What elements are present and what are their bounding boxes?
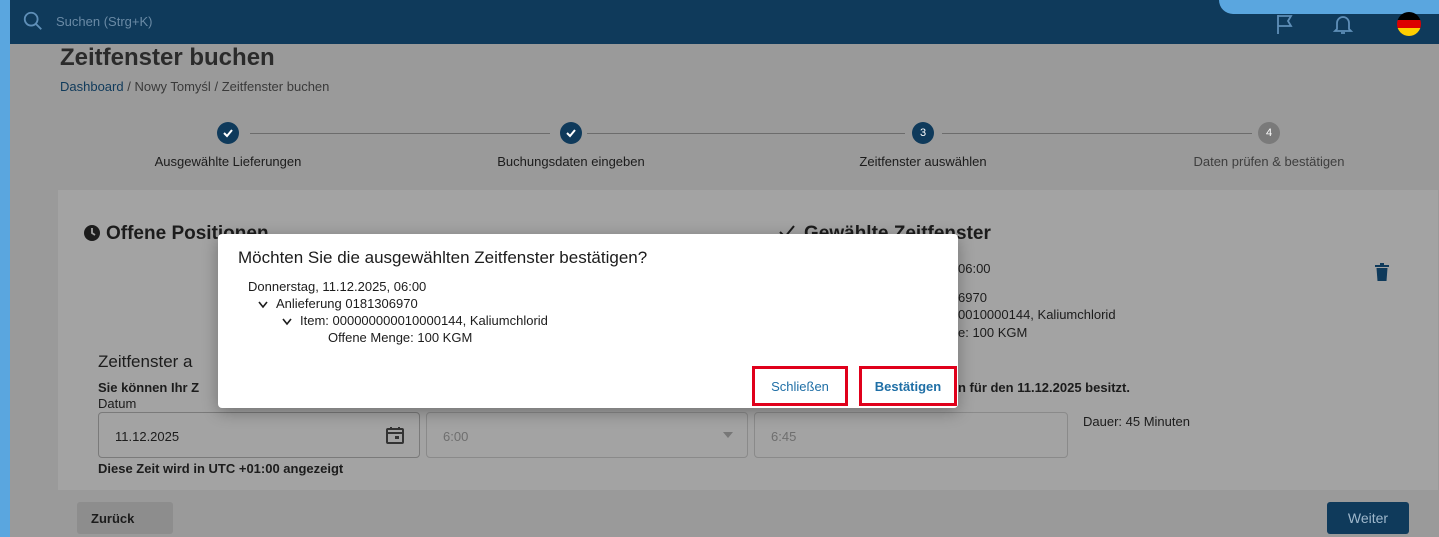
dialog-item-row[interactable]: Item: 000000000010000144, Kaliumchlorid bbox=[282, 313, 548, 328]
selected-quantity: e: 100 KGM bbox=[958, 325, 1028, 340]
dialog-item: Item: 000000000010000144, Kaliumchlorid bbox=[300, 313, 548, 328]
top-bar: Suchen (Strg+K) bbox=[10, 0, 1439, 44]
step-booking-data[interactable]: Buchungsdaten eingeben bbox=[451, 120, 691, 169]
step-review-confirm[interactable]: 4 Daten prüfen & bestätigen bbox=[1149, 120, 1389, 169]
clock-icon bbox=[84, 225, 100, 241]
date-field[interactable]: 11.12.2025 bbox=[98, 412, 420, 458]
step-label: Buchungsdaten eingeben bbox=[497, 154, 645, 169]
breadcrumb-dashboard[interactable]: Dashboard bbox=[60, 79, 124, 94]
language-flag-icon[interactable] bbox=[1397, 12, 1421, 36]
date-label: Datum bbox=[98, 396, 137, 411]
timewindow-info-start: Sie können Ihr Z bbox=[98, 380, 200, 395]
selected-item: 0010000144, Kaliumchlorid bbox=[958, 307, 1116, 322]
breadcrumb: Dashboard / Nowy Tomyśl / Zeitfenster bu… bbox=[60, 79, 329, 94]
calendar-icon[interactable] bbox=[385, 425, 405, 445]
step-select-timewindow[interactable]: 3 Zeitfenster auswählen bbox=[803, 120, 1043, 169]
date-value: 11.12.2025 bbox=[115, 429, 180, 444]
chevron-down-icon bbox=[723, 432, 733, 438]
breadcrumb-current: Zeitfenster buchen bbox=[221, 79, 330, 94]
search-icon[interactable] bbox=[22, 10, 44, 32]
selected-delivery: 6970 bbox=[958, 290, 987, 305]
check-icon bbox=[217, 122, 239, 144]
confirm-dialog: Möchten Sie die ausgewählten Zeitfenster… bbox=[218, 234, 958, 408]
confirm-button[interactable]: Bestätigen bbox=[859, 366, 957, 406]
timewindow-title: Zeitfenster a bbox=[98, 352, 193, 371]
search-input[interactable]: Suchen (Strg+K) bbox=[56, 14, 152, 29]
step-number: 4 bbox=[1258, 122, 1280, 144]
breadcrumb-location[interactable]: Nowy Tomyśl bbox=[134, 79, 210, 94]
page-title: Zeitfenster buchen bbox=[60, 44, 275, 71]
step-label: Zeitfenster auswählen bbox=[859, 154, 987, 169]
step-label: Ausgewählte Lieferungen bbox=[154, 154, 302, 169]
step-number: 3 bbox=[912, 122, 934, 144]
selected-time: 06:00 bbox=[958, 261, 991, 276]
end-time-value: 6:45 bbox=[771, 429, 797, 444]
step-label: Daten prüfen & bestätigen bbox=[1193, 154, 1345, 169]
step-selected-deliveries[interactable]: Ausgewählte Lieferungen bbox=[108, 120, 348, 169]
start-time-value: 6:00 bbox=[443, 429, 469, 444]
end-time-field[interactable]: 6:45 bbox=[754, 412, 1068, 458]
timewindow-info-end: n für den 11.12.2025 besitzt. bbox=[958, 380, 1130, 395]
chevron-down-icon[interactable] bbox=[282, 318, 292, 326]
duration-text: Dauer: 45 Minuten bbox=[1083, 414, 1190, 429]
dialog-delivery-row[interactable]: Anlieferung 0181306970 bbox=[258, 296, 418, 311]
dialog-date: Donnerstag, 11.12.2025, 06:00 bbox=[248, 279, 427, 294]
start-time-select[interactable]: 6:00 bbox=[426, 412, 748, 458]
trash-icon[interactable] bbox=[1374, 263, 1390, 281]
back-button[interactable]: Zurück bbox=[77, 502, 173, 534]
breadcrumb-separator: / bbox=[127, 79, 131, 94]
chevron-down-icon[interactable] bbox=[258, 301, 268, 309]
close-button[interactable]: Schließen bbox=[752, 366, 848, 406]
timezone-note: Diese Zeit wird in UTC +01:00 angezeigt bbox=[98, 461, 344, 476]
dialog-delivery: Anlieferung 0181306970 bbox=[276, 296, 418, 311]
breadcrumb-separator: / bbox=[214, 79, 219, 94]
flag-icon[interactable] bbox=[1273, 12, 1297, 36]
check-icon bbox=[560, 122, 582, 144]
dialog-quantity: Offene Menge: 100 KGM bbox=[328, 330, 473, 345]
dialog-title: Möchten Sie die ausgewählten Zeitfenster… bbox=[238, 248, 648, 267]
bell-icon[interactable] bbox=[1331, 12, 1355, 36]
app-window: Suchen (Strg+K) Zeitfenster buchen Dashb… bbox=[10, 0, 1439, 537]
next-button[interactable]: Weiter bbox=[1327, 502, 1409, 534]
